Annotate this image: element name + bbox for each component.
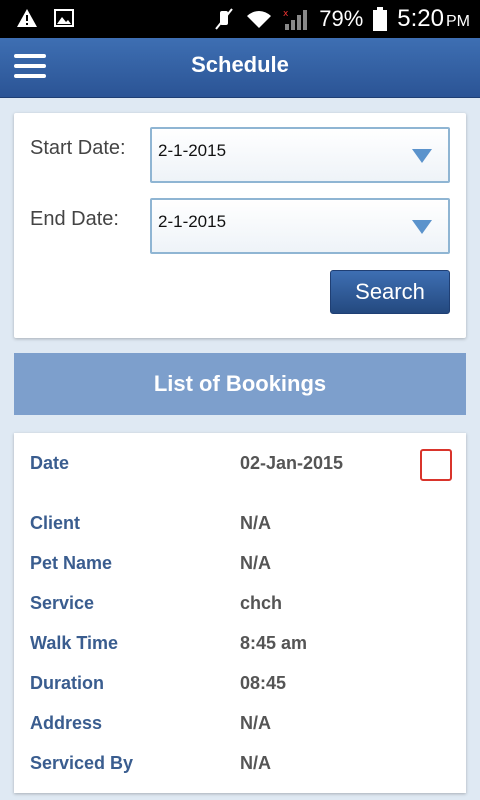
start-date-select[interactable]: 2-1-2015 [150, 127, 450, 183]
service-value: chch [240, 593, 283, 613]
serviced-by-value: N/A [240, 753, 271, 773]
date-filter-card: Start Date: 2-1-2015 End Date: 2-1-2015 … [14, 113, 466, 338]
booking-service-row: Service chch [30, 593, 450, 617]
end-date-select[interactable]: 2-1-2015 [150, 198, 450, 254]
status-bar: x 79% 5:20 PM [0, 0, 480, 38]
svg-text:x: x [283, 9, 289, 19]
warning-icon [17, 9, 37, 27]
notification-icons [16, 8, 74, 28]
address-label: Address [30, 713, 103, 733]
clock: 5:20 PM [397, 5, 470, 33]
start-date-value: 2-1-2015 [158, 141, 227, 160]
booking-walk-row: Walk Time 8:45 am [30, 633, 450, 657]
booking-pet-row: Pet Name N/A [30, 553, 450, 577]
dropdown-arrow-icon [412, 220, 432, 234]
bookings-list-header: List of Bookings [14, 353, 466, 415]
booking-duration-row: Duration 08:45 [30, 673, 450, 697]
wifi-icon [247, 11, 272, 28]
start-date-label: Start Date: [30, 137, 126, 159]
address-value: N/A [240, 713, 271, 733]
mute-icon [215, 8, 234, 30]
service-label: Service [30, 593, 95, 613]
dropdown-arrow-icon [412, 149, 432, 163]
client-label: Client [30, 513, 81, 533]
end-date-label: End Date: [30, 208, 119, 230]
booking-address-row: Address N/A [30, 713, 450, 737]
booking-client-row: Client N/A [30, 513, 450, 537]
booking-serviced-row: Serviced By N/A [30, 753, 450, 777]
booking-card: Date 02-Jan-2015 Client N/A Pet Name N/A… [14, 433, 466, 793]
date-value: 02-Jan-2015 [240, 453, 344, 473]
battery-percent: 79% [319, 6, 364, 31]
client-value: N/A [240, 513, 271, 533]
clock-time: 5:20 [397, 5, 444, 32]
clock-ampm: PM [446, 13, 470, 30]
image-icon [54, 9, 74, 27]
booking-checkbox[interactable] [420, 449, 452, 481]
walk-time-label: Walk Time [30, 633, 119, 653]
walk-time-value: 8:45 am [240, 633, 308, 653]
booking-date-row: Date 02-Jan-2015 [30, 453, 450, 477]
date-label: Date [30, 453, 70, 473]
serviced-by-label: Serviced By [30, 753, 134, 773]
end-date-value: 2-1-2015 [158, 212, 227, 231]
system-icons: x 79% 5:20 PM [213, 4, 470, 34]
pet-name-label: Pet Name [30, 553, 113, 573]
signal-icon: x [283, 9, 308, 30]
search-button[interactable]: Search [330, 270, 450, 314]
battery-icon [373, 7, 388, 31]
page-title: Schedule [191, 52, 289, 77]
duration-value: 08:45 [240, 673, 287, 693]
app-bar: Schedule [0, 38, 480, 98]
pet-name-value: N/A [240, 553, 271, 573]
duration-label: Duration [30, 673, 104, 693]
